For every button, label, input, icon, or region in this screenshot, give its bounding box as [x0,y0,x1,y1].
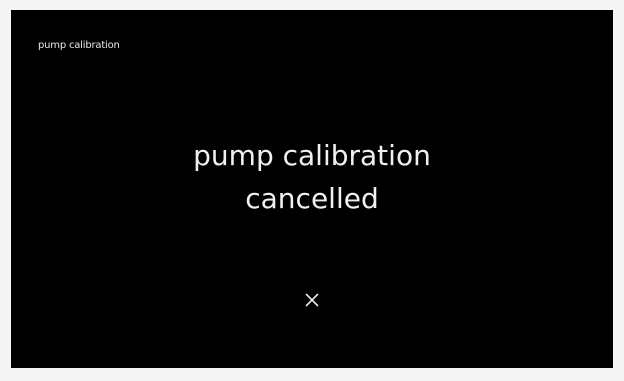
status-message-line-1: pump calibration [193,139,431,172]
status-message: pump calibration cancelled [11,134,613,220]
screen-title: pump calibration [38,40,120,51]
close-button[interactable] [298,286,326,314]
calibration-screen: pump calibration pump calibration cancel… [11,10,613,368]
status-message-line-2: cancelled [245,182,379,215]
close-icon [305,293,319,307]
